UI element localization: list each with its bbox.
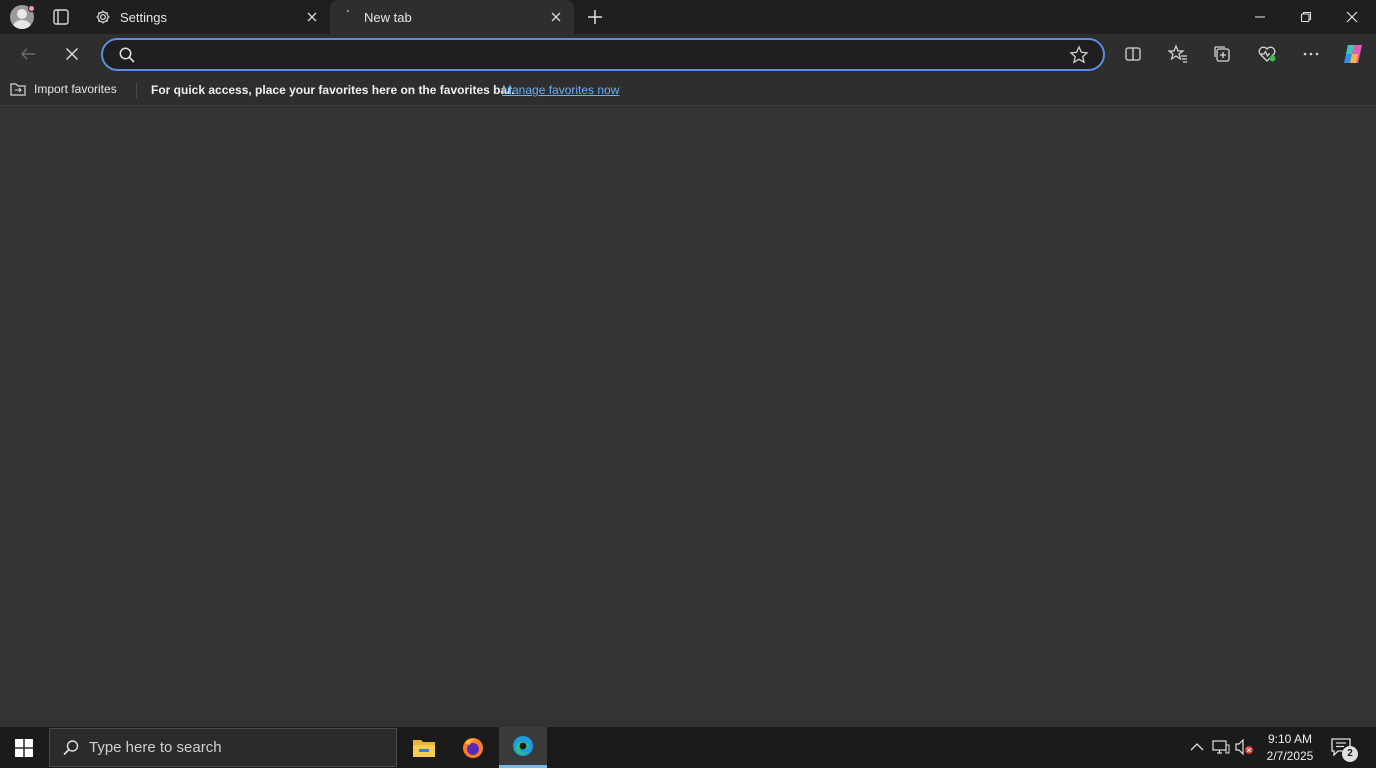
firefox-icon — [463, 737, 483, 758]
file-explorer-button[interactable] — [400, 727, 448, 768]
heart-pulse-icon — [1258, 46, 1276, 62]
copilot-button[interactable] — [1337, 38, 1369, 70]
clock-time: 9:10 AM — [1267, 732, 1313, 746]
tab-actions-icon[interactable] — [50, 6, 72, 28]
start-button[interactable] — [0, 727, 48, 768]
edge-icon — [513, 736, 533, 756]
windows-icon — [15, 738, 33, 757]
import-favorites-label: Import favorites — [34, 82, 117, 96]
favorites-icon — [1168, 44, 1187, 63]
volume-button[interactable] — [1235, 737, 1255, 757]
browser-essentials-button[interactable] — [1251, 38, 1283, 70]
copilot-icon — [1344, 45, 1362, 63]
minimize-button[interactable] — [1237, 0, 1283, 34]
split-screen-button[interactable] — [1117, 38, 1149, 70]
split-screen-icon — [1125, 47, 1141, 61]
manage-favorites-link[interactable]: Manage favorites now — [502, 83, 619, 97]
plus-icon — [588, 10, 602, 24]
firefox-button[interactable] — [449, 727, 497, 768]
minimize-icon — [1255, 16, 1265, 18]
tab-settings[interactable]: Settings — [86, 0, 330, 34]
add-favorite-star-icon[interactable] — [1069, 45, 1089, 70]
edge-button[interactable] — [499, 727, 547, 768]
taskbar-search-placeholder: Type here to search — [89, 739, 222, 756]
favorites-bar-message: For quick access, place your favorites h… — [151, 83, 515, 97]
more-icon — [1303, 52, 1319, 56]
collections-icon — [1214, 46, 1230, 62]
favorites-bar: Import favorites For quick access, place… — [0, 74, 1376, 106]
more-options-button[interactable] — [1295, 38, 1327, 70]
folder-import-icon — [10, 83, 26, 96]
search-icon — [63, 739, 79, 755]
show-hidden-icons-button[interactable] — [1187, 737, 1207, 757]
page-content — [0, 106, 1376, 727]
collections-button[interactable] — [1206, 38, 1238, 70]
clock-date: 2/7/2025 — [1266, 749, 1314, 763]
network-icon — [1212, 740, 1230, 754]
gear-icon — [95, 9, 111, 25]
close-window-button[interactable] — [1329, 0, 1375, 34]
restore-icon — [1300, 11, 1312, 23]
notification-count-badge: 2 — [1342, 746, 1358, 762]
taskbar: Type here to search 9:10 AM 2/7/2025 2 — [0, 727, 1376, 768]
volume-muted-icon — [1235, 739, 1253, 755]
taskbar-clock[interactable]: 9:10 AM 2/7/2025 — [1262, 731, 1318, 765]
search-icon — [118, 46, 136, 69]
close-icon — [66, 48, 78, 60]
back-arrow-icon — [20, 48, 35, 60]
stop-loading-button[interactable] — [56, 38, 88, 70]
tab-new-tab[interactable]: New tab — [330, 0, 574, 34]
close-tab-icon[interactable] — [300, 5, 324, 29]
favorites-button[interactable] — [1162, 38, 1194, 70]
address-input[interactable] — [145, 44, 1045, 66]
close-tab-icon[interactable] — [544, 5, 568, 29]
tab-label: Settings — [120, 9, 167, 25]
chevron-up-icon — [1190, 743, 1204, 751]
file-explorer-icon — [413, 739, 435, 757]
taskbar-search-box[interactable]: Type here to search — [49, 728, 397, 767]
close-icon — [1346, 11, 1358, 23]
tab-label: New tab — [364, 9, 412, 25]
title-bar: Settings New tab — [0, 0, 1376, 34]
import-favorites-button[interactable]: Import favorites — [10, 81, 117, 97]
back-button[interactable] — [12, 38, 44, 70]
divider — [136, 82, 137, 98]
loading-icon — [339, 9, 355, 25]
network-button[interactable] — [1211, 737, 1231, 757]
restore-button[interactable] — [1283, 0, 1329, 34]
address-bar[interactable] — [101, 38, 1105, 71]
profile-notification-dot — [28, 5, 35, 12]
new-tab-button[interactable] — [583, 5, 607, 29]
